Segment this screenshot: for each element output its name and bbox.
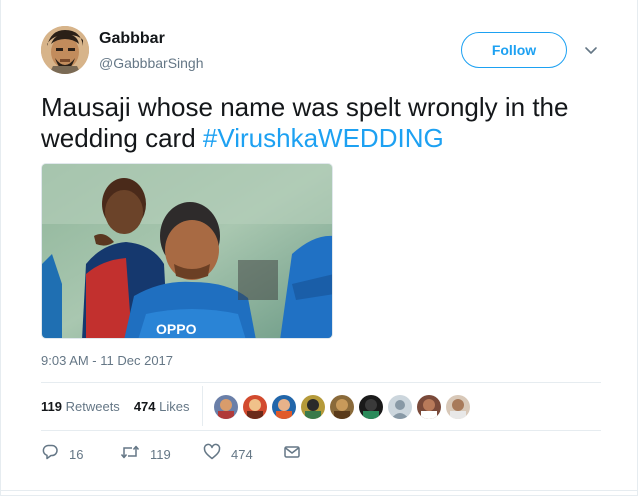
like-count: 474 — [231, 446, 253, 462]
direct-message-button[interactable] — [283, 443, 301, 461]
tweet-text: Mausaji whose name was spelt wrongly in … — [41, 92, 611, 154]
likes-count: 474 — [133, 399, 156, 414]
avatar[interactable] — [41, 26, 89, 74]
stats-separator — [202, 386, 203, 426]
reply-icon — [42, 444, 58, 460]
retweet-button[interactable]: 119 — [120, 443, 171, 462]
heart-icon — [203, 443, 221, 460]
retweet-icon — [120, 445, 140, 459]
like-button[interactable]: 474 — [203, 443, 253, 462]
liker-avatar[interactable] — [214, 395, 238, 419]
liker-avatar[interactable] — [330, 395, 354, 419]
tweet-timestamp[interactable]: 9:03 AM - 11 Dec 2017 — [41, 353, 173, 368]
envelope-icon — [284, 446, 300, 458]
liker-avatar[interactable] — [272, 395, 296, 419]
liker-avatar[interactable] — [359, 395, 383, 419]
retweets-label: Retweets — [65, 399, 120, 414]
svg-text:OPPO: OPPO — [156, 321, 197, 337]
chevron-down-icon[interactable] — [583, 42, 599, 58]
likes-stat[interactable]: 474 Likes — [134, 399, 190, 414]
hashtag-link[interactable]: #VirushkaWEDDING — [203, 123, 444, 153]
liker-avatar[interactable] — [301, 395, 325, 419]
retweet-count: 119 — [150, 446, 171, 462]
likers-avatars — [214, 395, 470, 419]
retweets-stat[interactable]: 119 Retweets — [41, 399, 120, 414]
liker-avatar[interactable] — [446, 395, 470, 419]
likes-label: Likes — [159, 399, 190, 414]
liker-avatar[interactable] — [388, 395, 412, 419]
engagement-stats: 119 Retweets 474 Likes — [41, 399, 190, 414]
user-handle[interactable]: @GabbbarSingh — [99, 55, 204, 71]
divider — [1, 490, 638, 491]
reply-button[interactable]: 16 — [41, 443, 84, 462]
divider — [41, 430, 601, 431]
retweets-count: 119 — [41, 399, 62, 414]
reply-count: 16 — [69, 446, 84, 462]
liker-avatar[interactable] — [417, 395, 441, 419]
display-name[interactable]: Gabbbar — [99, 30, 165, 48]
tweet-photo[interactable]: OPPO — [41, 163, 333, 339]
tweet-card: Gabbbar @GabbbarSingh Follow Mausaji who… — [0, 0, 638, 496]
liker-avatar[interactable] — [243, 395, 267, 419]
divider — [41, 382, 601, 383]
follow-button[interactable]: Follow — [461, 32, 567, 68]
